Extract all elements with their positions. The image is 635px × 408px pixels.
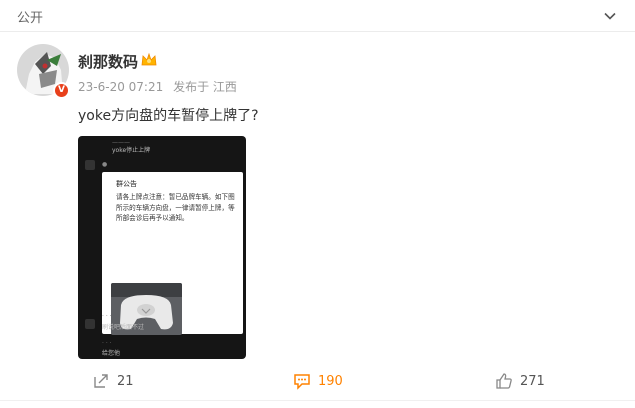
top-bar: 公开 [0,0,635,32]
image-reply-time: · · · [102,313,112,320]
divider [0,400,635,401]
chevron-down-icon[interactable] [603,9,617,23]
image-card-body: 请各上牌点注意：暂已品牌车辆。如下图所示的车辆方向盘，一律请暂停上牌，等所部会诊… [116,193,235,222]
share-count: 21 [117,373,134,389]
post-source: 发布于 江西 [173,80,237,94]
like-button[interactable]: 271 [495,372,545,390]
visibility-label: 公开 [17,11,44,26]
verified-badge-icon: V [53,82,70,99]
post-text: yoke方向盘的车暂停上牌了? [78,108,259,124]
post-time[interactable]: 23-6-20 07:21 [78,80,163,94]
image-reply2: 给您他 [102,350,121,357]
post-image[interactable]: ——— yoke停止上牌 ● 群公告 请各上牌点注意：暂已品牌车辆。如下图所示的… [78,136,246,359]
like-count: 271 [520,373,545,389]
share-icon [94,374,108,388]
thumbs-up-icon [496,373,512,389]
comment-button[interactable]: 190 [293,372,343,390]
image-card-title: 群公告 [116,180,137,188]
image-sender: ● [102,161,108,168]
username[interactable]: 刹那数码 [78,51,138,72]
comment-icon [294,374,310,390]
comment-count: 190 [318,373,343,389]
image-notice-card: 群公告 请各上牌点注意：暂已品牌车辆。如下图所示的车辆方向盘，一律请暂停上牌，等… [102,172,243,335]
image-reply2-time: · · · [102,340,112,347]
image-top-message: yoke停止上牌 [112,147,151,154]
image-reply-avatar [85,319,95,329]
image-avatar [85,160,95,170]
share-button[interactable]: 21 [92,372,134,390]
crown-icon [141,52,157,66]
post-meta: 23-6-20 07:21 发布于 江西 [78,78,243,95]
image-reply: 刷说吧后面不过 [102,324,145,331]
